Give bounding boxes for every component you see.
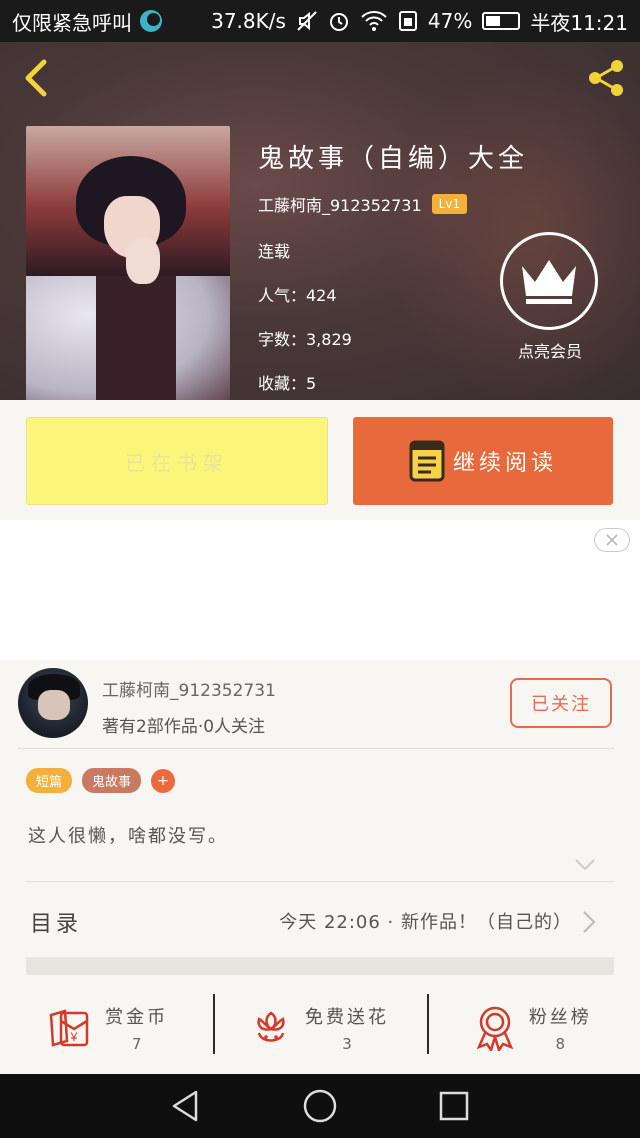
section-separator xyxy=(26,957,614,975)
reward-coin-label: 赏金币 xyxy=(105,1007,169,1028)
favorites-count: 收藏：5 xyxy=(258,374,317,393)
author-stats: 著有2部作品·0人关注 xyxy=(102,717,266,737)
system-nav-bar xyxy=(0,1074,640,1138)
tag-ghost-story[interactable]: 鬼故事 xyxy=(82,768,142,793)
send-flower-button[interactable]: 免费送花 3 xyxy=(213,982,426,1074)
follow-button[interactable]: 已关注 xyxy=(510,678,612,728)
close-icon xyxy=(606,534,618,546)
avatar[interactable] xyxy=(18,668,88,738)
alarm-icon xyxy=(329,13,348,31)
level-badge: Lv1 xyxy=(431,194,468,214)
divider xyxy=(26,881,614,882)
reward-coin-count: 7 xyxy=(131,1035,142,1053)
continue-reading-label: 继续阅读 xyxy=(452,451,557,476)
fan-ranking-label: 粉丝榜 xyxy=(528,1007,592,1028)
divider xyxy=(18,748,614,749)
toc-label[interactable]: 目录 xyxy=(30,906,82,938)
continue-reading-button[interactable]: 继续阅读 xyxy=(353,417,613,505)
nav-back-icon[interactable] xyxy=(170,1089,202,1123)
vip-label: 点亮会员 xyxy=(517,342,582,361)
medal-icon xyxy=(476,1006,514,1051)
battery-icon xyxy=(482,12,521,30)
add-tag-button[interactable]: + xyxy=(151,768,176,793)
tag-list: 短篇 鬼故事 + xyxy=(26,768,176,793)
book-header: 鬼故事（自编）大全 工藤柯南_912352731 Lv1 连载 人气：424 字… xyxy=(0,42,640,400)
ad-banner xyxy=(0,520,640,660)
clock-time: 半夜11:21 xyxy=(530,10,628,35)
author-line: 工藤柯南_912352731 Lv1 xyxy=(258,192,468,216)
reward-actions: ¥ 赏金币 7 免费送花 3 粉丝榜 8 xyxy=(0,982,640,1074)
fan-ranking-count: 8 xyxy=(555,1035,566,1053)
nav-recents-icon[interactable] xyxy=(438,1090,470,1122)
chevron-right-icon[interactable] xyxy=(582,910,596,934)
vip-button[interactable]: 点亮会员 xyxy=(500,232,600,362)
moon-icon xyxy=(140,10,162,32)
author-card: 工藤柯南_912352731 著有2部作品·0人关注 已关注 短篇 鬼故事 + … xyxy=(0,660,640,1074)
red-envelope-icon: ¥ xyxy=(49,1009,89,1047)
crown-icon xyxy=(522,260,576,304)
status-bar: 仅限紧急呼叫 37.8K/s 47% 半夜11:21 xyxy=(0,0,640,42)
book-cover[interactable] xyxy=(26,126,230,400)
back-arrow-icon[interactable] xyxy=(18,58,58,98)
book-icon xyxy=(409,440,445,482)
nav-home-icon[interactable] xyxy=(302,1088,338,1124)
reward-coin-button[interactable]: ¥ 赏金币 7 xyxy=(0,982,213,1074)
serial-status: 连载 xyxy=(258,242,291,261)
share-icon[interactable] xyxy=(584,56,628,100)
action-buttons: 已在书架 继续阅读 xyxy=(0,400,640,520)
author-name[interactable]: 工藤柯南_912352731 xyxy=(258,192,422,216)
author-bio: 这人很懒，啥都没写。 xyxy=(28,826,228,847)
book-title: 鬼故事（自编）大全 xyxy=(258,144,529,174)
tag-short[interactable]: 短篇 xyxy=(26,768,73,793)
send-flower-count: 3 xyxy=(342,1035,352,1053)
carrier-text: 仅限紧急呼叫 xyxy=(12,10,132,35)
sim-icon xyxy=(398,11,417,31)
mute-icon xyxy=(297,11,317,31)
toc-latest-chapter[interactable]: 今天 22:06 · 新作品！（自己的） xyxy=(279,908,572,934)
wifi-icon xyxy=(361,11,387,31)
word-count: 字数：3,829 xyxy=(258,330,352,349)
send-flower-label: 免费送花 xyxy=(304,1007,389,1028)
svg-text:¥: ¥ xyxy=(70,1030,78,1044)
chevron-down-icon[interactable] xyxy=(574,858,596,872)
in-shelf-button[interactable]: 已在书架 xyxy=(26,417,328,505)
battery-percent: 47% xyxy=(427,9,473,33)
network-speed: 37.8K/s xyxy=(211,9,286,33)
flower-icon xyxy=(257,1011,285,1042)
fan-ranking-button[interactable]: 粉丝榜 8 xyxy=(426,982,640,1074)
popularity: 人气：424 xyxy=(258,286,337,305)
ad-close-button[interactable] xyxy=(594,528,630,552)
author-card-name[interactable]: 工藤柯南_912352731 xyxy=(102,676,276,701)
